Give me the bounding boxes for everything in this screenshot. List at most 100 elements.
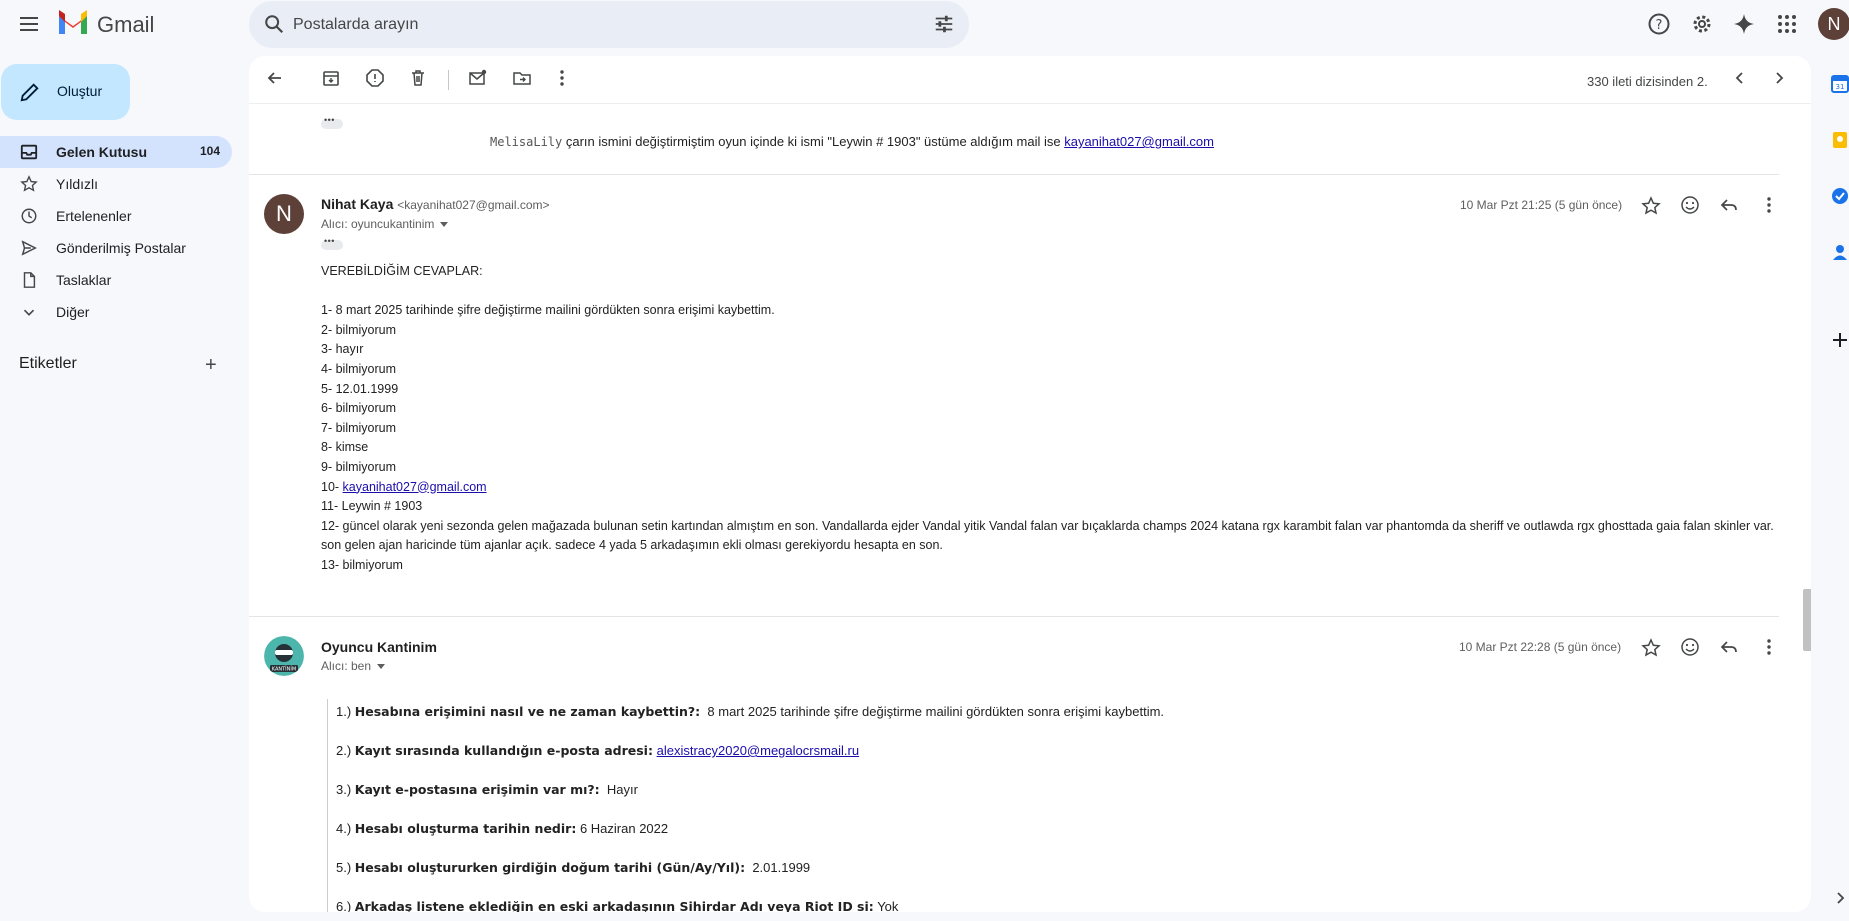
reply-icon[interactable]: [1719, 637, 1739, 657]
emoji-reaction-icon[interactable]: [1680, 637, 1700, 657]
search-icon[interactable]: [263, 13, 285, 35]
settings-gear-icon[interactable]: [1690, 12, 1714, 36]
show-trimmed-content-button[interactable]: [321, 115, 343, 129]
main-menu-icon[interactable]: [18, 13, 40, 35]
sender-avatar[interactable]: N: [264, 194, 304, 234]
qa-num: 4.): [336, 821, 352, 836]
calendar-icon[interactable]: 31: [1830, 74, 1849, 94]
body-line: 10- kayanihat027@gmail.com: [321, 478, 1781, 498]
contacts-icon[interactable]: [1830, 242, 1849, 262]
sidebar-item-label: Gelen Kutusu: [56, 144, 148, 160]
more-vert-icon[interactable]: [1759, 195, 1779, 215]
quoted-text: MelisaLily çarın ismini değiştirmiştim o…: [490, 134, 1214, 149]
apps-grid-icon[interactable]: [1775, 12, 1799, 36]
chevron-down-icon: [23, 309, 35, 316]
quoted-mono-text: MelisaLily: [490, 135, 563, 149]
sender-name-text: Nihat Kaya: [321, 196, 394, 212]
star-icon[interactable]: [1641, 638, 1661, 658]
sidebar-item-label: Gönderilmiş Postalar: [56, 240, 186, 256]
back-arrow-icon[interactable]: [265, 68, 285, 88]
chevron-left-icon[interactable]: [1730, 68, 1750, 88]
sidebar-item-drafts[interactable]: Taslaklar: [0, 264, 232, 296]
svg-text:?: ?: [1656, 18, 1663, 33]
help-icon[interactable]: ?: [1647, 12, 1671, 36]
message-date: 10 Mar Pzt 21:25 (5 gün önce): [1460, 198, 1623, 212]
chevron-right-icon[interactable]: [1769, 68, 1789, 88]
gmail-logo-icon[interactable]: [57, 10, 89, 36]
body-line: 3- hayır: [321, 342, 364, 357]
caret-down-icon: [440, 222, 449, 228]
scrollbar-thumb[interactable]: [1803, 589, 1811, 651]
message-divider: [249, 616, 1779, 617]
sidebar-item-snoozed[interactable]: Ertelenenler: [0, 200, 232, 232]
qa-question: Hesabına erişimini nasıl ve ne zaman kay…: [354, 704, 701, 719]
account-avatar[interactable]: N: [1818, 8, 1849, 40]
recipient-details[interactable]: Alıcı: oyuncukantinim: [321, 217, 449, 231]
sender-avatar[interactable]: KANTİNİM: [264, 636, 304, 676]
body-line-prefix: 10-: [321, 479, 343, 494]
sender-name[interactable]: Oyuncu Kantinim: [321, 639, 437, 655]
body-line: 9- bilmiyorum: [321, 459, 397, 474]
show-trimmed-content-button[interactable]: [321, 236, 343, 250]
body-line: 13- bilmiyorum: [321, 557, 403, 572]
body-line: 2- bilmiyorum: [321, 322, 397, 337]
star-icon[interactable]: [1641, 196, 1661, 216]
message-divider: [249, 174, 1779, 175]
labels-heading: Etiketler: [19, 355, 77, 372]
top-bar: Gmail ? N: [0, 0, 1849, 48]
caret-down-icon: [377, 664, 386, 670]
sidebar-item-more[interactable]: Diğer: [0, 296, 232, 328]
qa-question: Hesabı oluşturma tarihin nedir:: [354, 821, 577, 836]
clock-icon: [21, 208, 37, 224]
compose-button[interactable]: Oluştur: [1, 64, 130, 120]
quoted-email-link[interactable]: kayanihat027@gmail.com: [1064, 134, 1214, 149]
qa-answer: Hayır: [606, 782, 638, 797]
qa-answer: 6 Haziran 2022: [579, 821, 669, 836]
sidebar-item-label: Diğer: [56, 304, 90, 320]
more-vert-icon[interactable]: [552, 68, 572, 88]
qa-num: 1.): [336, 704, 352, 719]
body-email-link[interactable]: kayanihat027@gmail.com: [343, 480, 487, 494]
report-spam-icon[interactable]: [365, 68, 385, 88]
more-vert-icon[interactable]: [1759, 637, 1779, 657]
qa-row: 6.) Arkadaş listene eklediğin en eski ar…: [336, 894, 1527, 912]
qa-row: 3.) Kayıt e-postasına erişimin var mı?: …: [336, 777, 1527, 816]
qa-question: Arkadaş listene eklediğin en eski arkada…: [354, 899, 874, 912]
move-to-folder-icon[interactable]: [512, 68, 532, 88]
qa-answer: 8 mart 2025 tarihinde şifre değiştirme m…: [707, 704, 1165, 719]
unread-count: 104: [199, 144, 220, 158]
body-line: 1- 8 mart 2025 tarihinde şifre değiştirm…: [321, 303, 775, 318]
add-addon-icon[interactable]: [1830, 330, 1849, 350]
pencil-icon: [20, 83, 39, 102]
qa-answer-link[interactable]: alexistracy2020@megalocrsmail.ru: [657, 743, 860, 758]
body-line: 6- bilmiyorum: [321, 401, 397, 416]
recipient-text: Alıcı: oyuncukantinim: [321, 217, 435, 231]
app-name[interactable]: Gmail: [97, 12, 154, 38]
search-options-icon[interactable]: [933, 13, 955, 35]
archive-icon[interactable]: [321, 68, 341, 88]
body-line: 11- Leywin # 1903: [321, 499, 423, 514]
qa-row: 2.) Kayıt sırasında kullandığın e-posta …: [336, 738, 1527, 777]
qa-num: 5.): [336, 860, 352, 875]
sidebar-nav: Gelen Kutusu 104 Yıldızlı Ertelenenler G…: [0, 136, 232, 328]
gemini-sparkle-icon[interactable]: [1732, 12, 1756, 36]
delete-icon[interactable]: [408, 68, 428, 88]
tasks-icon[interactable]: [1830, 186, 1849, 206]
emoji-reaction-icon[interactable]: [1680, 195, 1700, 215]
quoted-body: çarın ismini değiştirmiştim oyun içinde …: [562, 134, 1065, 149]
search-bar[interactable]: [249, 1, 969, 48]
reply-icon[interactable]: [1719, 195, 1739, 215]
mark-unread-icon[interactable]: [468, 68, 488, 88]
qa-row: 5.) Hesabı oluştururken girdiğin doğum t…: [336, 855, 1527, 894]
sender-name[interactable]: Nihat Kaya <kayanihat027@gmail.com>: [321, 196, 550, 212]
message-toolbar: 330 ileti dizisinden 2.: [249, 56, 1811, 104]
sidebar-item-inbox[interactable]: Gelen Kutusu 104: [0, 136, 232, 168]
keep-notes-icon[interactable]: [1830, 130, 1849, 150]
add-label-icon[interactable]: +: [205, 354, 217, 377]
sidebar-item-sent[interactable]: Gönderilmiş Postalar: [0, 232, 232, 264]
search-input[interactable]: [293, 13, 893, 37]
recipient-details[interactable]: Alıcı: ben: [321, 659, 386, 673]
sidebar-item-starred[interactable]: Yıldızlı: [0, 168, 232, 200]
pager-text: 330 ileti dizisinden 2.: [1587, 74, 1708, 89]
chevron-right-icon[interactable]: [1830, 888, 1849, 908]
